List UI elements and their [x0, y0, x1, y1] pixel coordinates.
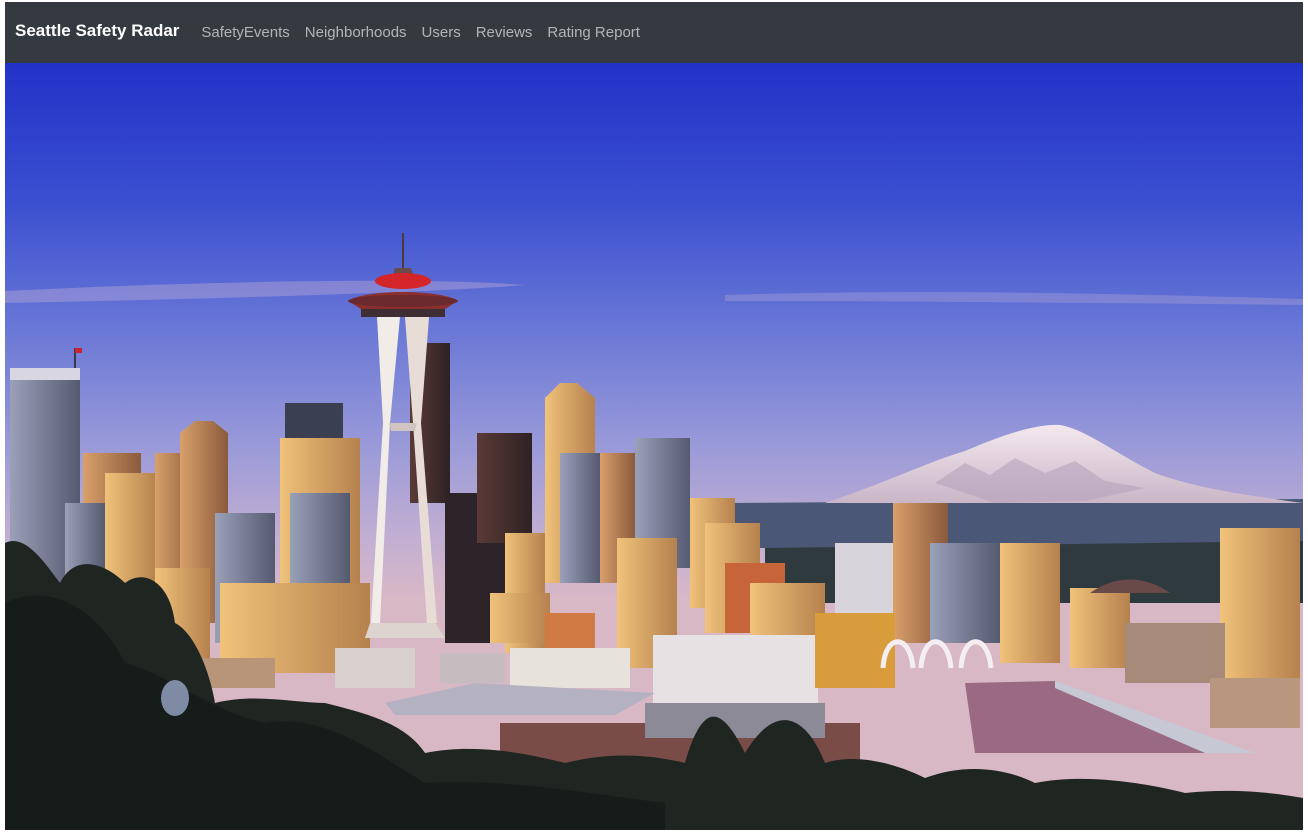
page-frame: Seattle Safety Radar SafetyEvents Neighb… [5, 2, 1303, 830]
nav-link-users[interactable]: Users [422, 24, 461, 41]
nav-link-neighborhoods[interactable]: Neighborhoods [305, 24, 407, 41]
seattle-skyline-image [5, 63, 1303, 830]
hero-image [5, 63, 1303, 830]
nav-link-safety-events[interactable]: SafetyEvents [201, 24, 289, 41]
top-navbar: Seattle Safety Radar SafetyEvents Neighb… [5, 2, 1303, 63]
nav-link-rating-report[interactable]: Rating Report [547, 24, 640, 41]
nav-link-reviews[interactable]: Reviews [476, 24, 533, 41]
brand-link[interactable]: Seattle Safety Radar [15, 21, 179, 41]
